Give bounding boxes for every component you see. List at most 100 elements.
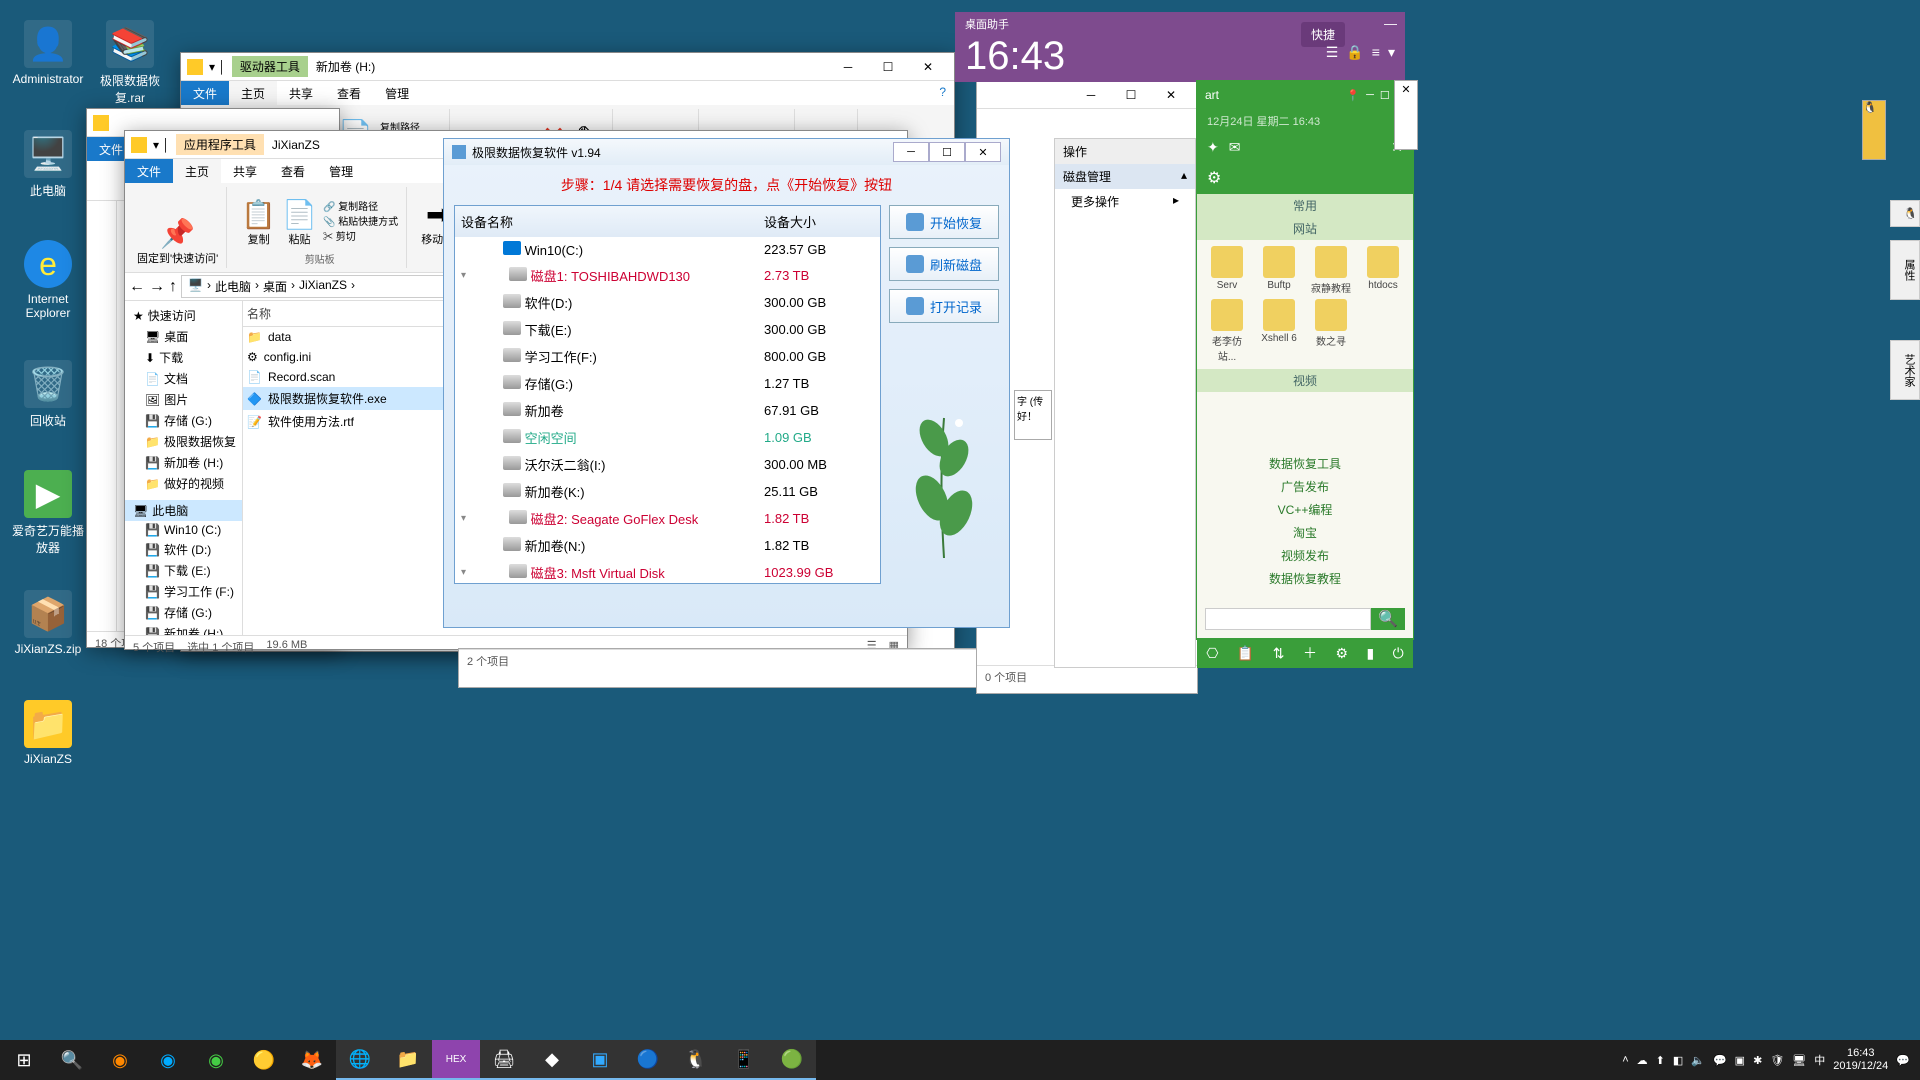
start-button[interactable]: ⊞ [0, 1040, 48, 1080]
task-app[interactable]: 🔵 [624, 1040, 672, 1080]
tray-icon[interactable]: ▣ [1735, 1054, 1745, 1067]
paste-icon[interactable]: 📄 [282, 199, 317, 230]
notification-button[interactable]: 💬 [1896, 1054, 1910, 1067]
maximize-button[interactable]: ☐ [1111, 83, 1151, 107]
close-button[interactable]: ✕ [1395, 81, 1417, 98]
tab-share[interactable]: 共享 [277, 81, 325, 105]
task-app[interactable]: 📱 [720, 1040, 768, 1080]
more-actions-item[interactable]: 更多操作▸ [1055, 189, 1195, 214]
refresh-disk-button[interactable]: 刷新磁盘 [889, 247, 999, 281]
tray-icon[interactable]: ✱ [1753, 1054, 1762, 1067]
add-icon[interactable]: ＋ [1303, 643, 1317, 663]
tab-view[interactable]: 查看 [325, 81, 373, 105]
nav-tree[interactable]: ★快速访问 🖥桌面 ⬇下载 📄文档 🖼图片 💾存储 (G:) 📁极限数据恢复 💾… [125, 301, 243, 635]
desktop-icon-recycle[interactable]: 🗑️回收站 [10, 360, 86, 429]
grid-item[interactable]: Serv [1203, 246, 1251, 295]
tab-share[interactable]: 共享 [221, 159, 269, 183]
col-name[interactable]: 名称 [247, 305, 271, 322]
back-button[interactable]: ← [129, 278, 145, 296]
up-button[interactable]: ↑ [169, 278, 177, 296]
grid-item[interactable]: 老李仿站... [1203, 299, 1251, 363]
device-row[interactable]: 空闲空间1.09 GB [455, 424, 880, 451]
tray-icon[interactable]: 🖥 [1792, 1054, 1806, 1067]
grid-item[interactable]: htdocs [1359, 246, 1407, 295]
gear-icon[interactable]: ⚙ [1207, 170, 1221, 187]
titlebar[interactable]: 极限数据恢复软件 v1.94 ─ ☐ ✕ [444, 139, 1009, 165]
battery-icon[interactable]: ▮ [1366, 645, 1374, 662]
tab-home[interactable]: 主页 [173, 159, 221, 183]
gear-icon[interactable]: ⚙ [1335, 645, 1348, 662]
tab-manage[interactable]: 管理 [317, 159, 365, 183]
link-item[interactable]: 数据恢复工具 [1197, 452, 1413, 475]
grid-item[interactable]: Xshell 6 [1255, 299, 1303, 363]
power-icon[interactable]: ⏻ [1393, 645, 1404, 662]
device-row[interactable]: ▾ 磁盘2: Seagate GoFlex Desk1.82 TB [455, 505, 880, 532]
task-app[interactable]: ◉ [144, 1040, 192, 1080]
desktop-icon-zip[interactable]: 📦JiXianZS.zip [10, 590, 86, 656]
tray-icon[interactable]: 🔈 [1691, 1054, 1705, 1067]
device-row[interactable]: ▾ 磁盘1: TOSHIBAHDWD1302.73 TB [455, 262, 880, 289]
copy-icon[interactable]: 📋 [241, 199, 276, 230]
link-item[interactable]: 广告发布 [1197, 475, 1413, 498]
link-item[interactable]: 淘宝 [1197, 521, 1413, 544]
tree-icon[interactable]: ⎔ [1206, 645, 1218, 662]
link-item[interactable]: 视频发布 [1197, 544, 1413, 567]
task-app[interactable]: ▣ [576, 1040, 624, 1080]
device-row[interactable]: 软件(D:)300.00 GB [455, 289, 880, 316]
device-row[interactable]: 下载(E:)300.00 GB [455, 316, 880, 343]
minimize-button[interactable]: ─ [1071, 83, 1111, 107]
star-icon[interactable]: ✦ [1207, 139, 1219, 156]
desktop-icon-rar[interactable]: 📚极限数据恢复.rar [92, 20, 168, 106]
task-app[interactable]: 🐧 [672, 1040, 720, 1080]
pasteshort-button[interactable]: 📎 粘贴快捷方式 [323, 213, 398, 228]
help-icon[interactable]: ? [931, 81, 954, 105]
pin-icon[interactable]: 📌 [160, 217, 195, 250]
close-button[interactable]: ✕ [1151, 83, 1191, 107]
device-row[interactable]: Win10(C:)223.57 GB [455, 237, 880, 262]
tab-manage[interactable]: 管理 [373, 81, 421, 105]
tab-file[interactable]: 文件 [181, 81, 229, 105]
minimize-button[interactable]: ─ [1366, 89, 1374, 102]
disk-mgmt-section[interactable]: 磁盘管理▴ [1055, 164, 1195, 189]
task-app[interactable]: HEX [432, 1040, 480, 1080]
close-button[interactable]: ✕ [965, 142, 1001, 162]
device-row[interactable]: 新加卷(N:)1.82 TB [455, 532, 880, 559]
mail-icon[interactable]: ✉ [1229, 139, 1241, 156]
chevron-down-icon[interactable]: ▾ [461, 270, 473, 281]
tray-icon[interactable]: ◧ [1673, 1054, 1683, 1067]
minimize-button[interactable]: — [1384, 16, 1397, 31]
desktop-icon-player[interactable]: ▶爱奇艺万能播放器 [10, 470, 86, 556]
maximize-button[interactable]: ☐ [1380, 89, 1390, 102]
tab-home[interactable]: 主页 [229, 81, 277, 105]
tray-icon[interactable]: ⬆ [1656, 1054, 1665, 1067]
task-app[interactable]: ◉ [96, 1040, 144, 1080]
task-app[interactable]: 🟡 [240, 1040, 288, 1080]
device-list[interactable]: Win10(C:)223.57 GB▾ 磁盘1: TOSHIBAHDWD1302… [455, 237, 880, 583]
tool-tab[interactable]: 应用程序工具 [176, 134, 264, 155]
copypath-button[interactable]: 🔗 复制路径 [323, 198, 398, 213]
desktop-icon-ie[interactable]: eInternet Explorer [10, 240, 86, 320]
device-row[interactable]: 沃尔沃二翁(I:)300.00 MB [455, 451, 880, 478]
lock-icon[interactable]: 🔒 [1346, 44, 1363, 61]
task-explorer[interactable]: 📁 [384, 1040, 432, 1080]
task-app[interactable]: ◆ [528, 1040, 576, 1080]
task-app[interactable]: 🖨 [480, 1040, 528, 1080]
note-icon[interactable]: 📋 [1237, 645, 1254, 662]
maximize-button[interactable]: ☐ [929, 142, 965, 162]
task-app[interactable]: 🌐 [336, 1040, 384, 1080]
grid-item[interactable]: Buftp [1255, 246, 1303, 295]
minimize-button[interactable]: ─ [828, 55, 868, 79]
desktop-icon-folder[interactable]: 📁JiXianZS [10, 700, 86, 766]
task-app[interactable]: 🦊 [288, 1040, 336, 1080]
tray-icon[interactable]: 💬 [1713, 1054, 1727, 1067]
start-recovery-button[interactable]: 开始恢复 [889, 205, 999, 239]
link-item[interactable]: 数据恢复教程 [1197, 567, 1413, 590]
close-button[interactable]: ✕ [908, 55, 948, 79]
task-app[interactable]: ◉ [192, 1040, 240, 1080]
link-item[interactable]: VC++编程 [1197, 498, 1413, 521]
tab-view[interactable]: 查看 [269, 159, 317, 183]
tray-up-icon[interactable]: ˄ [1622, 1054, 1628, 1066]
search-input[interactable] [1205, 608, 1371, 630]
right-tab-qq[interactable]: 🐧 [1890, 200, 1920, 227]
pin-icon[interactable]: 📍 [1346, 89, 1360, 102]
